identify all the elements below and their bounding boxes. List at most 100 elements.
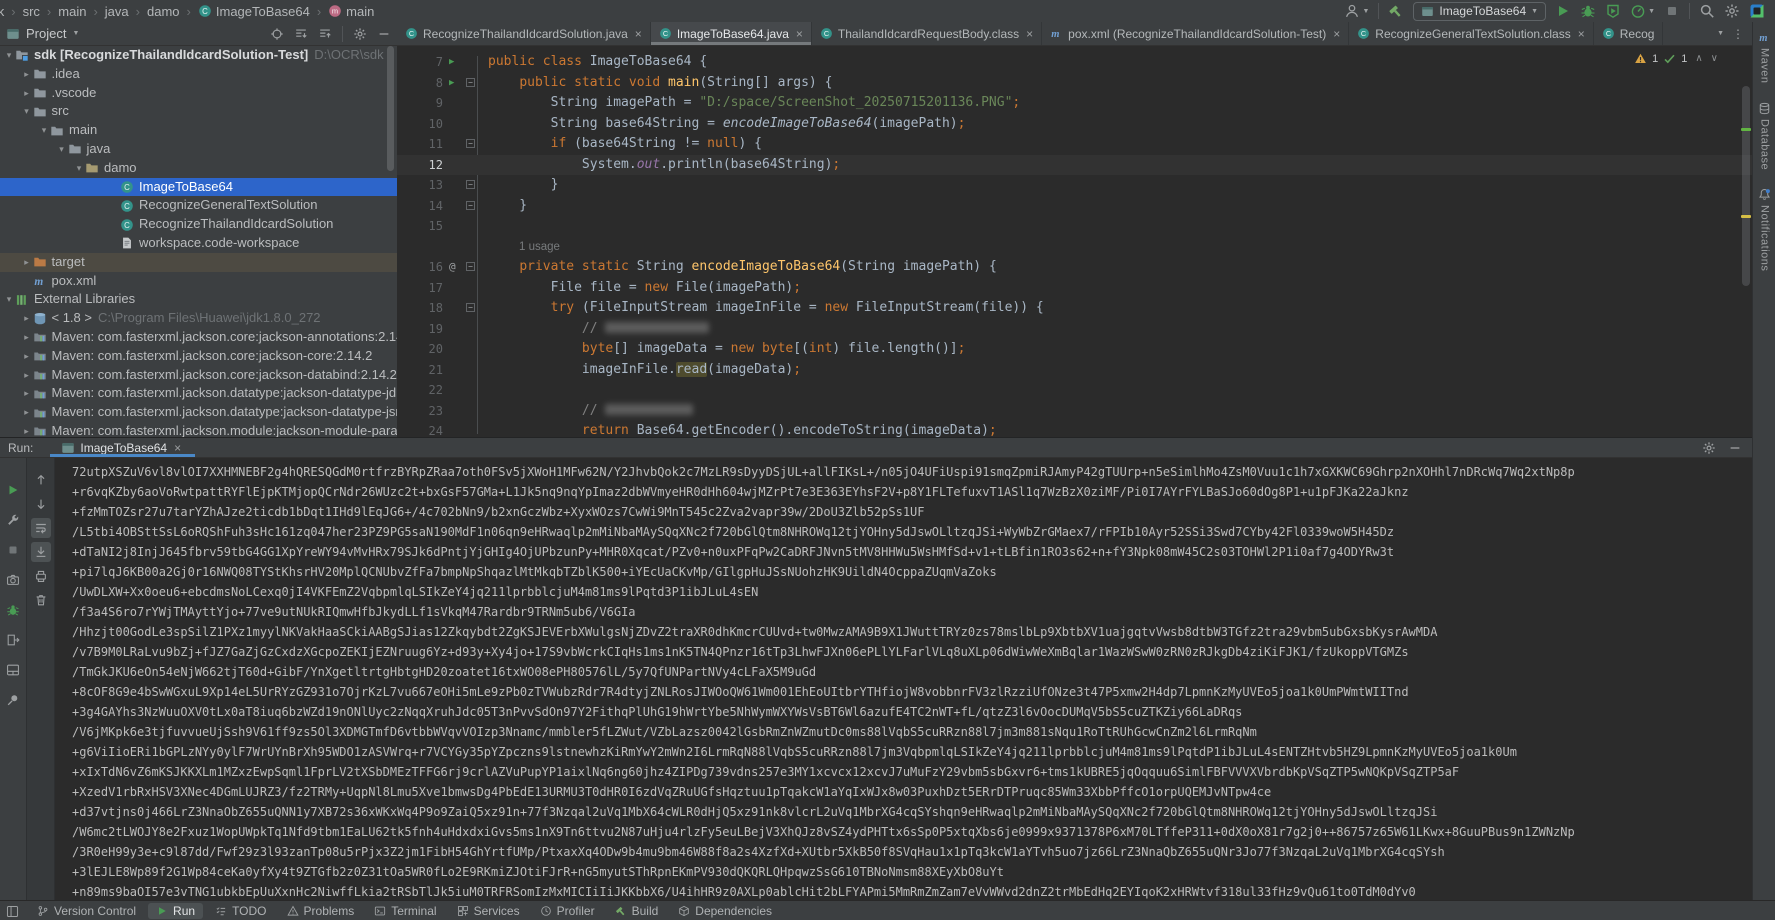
breadcrumb-item[interactable]: main xyxy=(58,4,86,19)
fold-marker-icon[interactable]: − xyxy=(466,262,475,271)
tree-row[interactable]: ▸.idea xyxy=(0,65,397,84)
editor-tab[interactable]: CImageToBase64.java× xyxy=(651,22,812,45)
play-button[interactable] xyxy=(3,480,23,500)
right-stripe-item-database[interactable]: Database xyxy=(1758,93,1771,179)
locate-file-button[interactable] xyxy=(270,27,284,41)
tree-row[interactable]: workspace.code-workspace xyxy=(0,234,397,253)
close-icon[interactable]: × xyxy=(1026,27,1033,41)
statusbar-item-dependencies[interactable]: Dependencies xyxy=(670,903,780,919)
breadcrumb-item[interactable]: src xyxy=(23,4,40,19)
editor-tab[interactable]: CRecognizeGeneralTextSolution.class× xyxy=(1349,22,1593,45)
tree-row[interactable]: ▸Maven: com.fasterxml.jackson.datatype:j… xyxy=(0,384,397,403)
layout-button[interactable] xyxy=(3,660,23,680)
tree-chevron-icon[interactable]: ▸ xyxy=(21,347,33,366)
ide-features-button[interactable] xyxy=(1749,3,1765,19)
exitdoor-button[interactable] xyxy=(3,630,23,650)
fold-marker-icon[interactable]: − xyxy=(466,78,475,87)
statusbar-item-version-control[interactable]: Version Control xyxy=(29,903,144,919)
tree-row[interactable]: ▾damo xyxy=(0,159,397,178)
search-everywhere-button[interactable] xyxy=(1699,3,1715,19)
close-icon[interactable]: × xyxy=(796,27,803,41)
tree-row[interactable]: CRecognizeThailandIdcardSolution xyxy=(0,215,397,234)
tree-row[interactable]: ▾src xyxy=(0,102,397,121)
run-configuration-select[interactable]: ImageToBase64▼ xyxy=(1413,2,1546,21)
close-icon[interactable]: × xyxy=(1578,27,1585,41)
fold-marker-icon[interactable]: − xyxy=(466,201,475,210)
tree-row[interactable]: ▸Maven: com.fasterxml.jackson.core:jacks… xyxy=(0,347,397,366)
tree-row[interactable]: mpox.xml xyxy=(0,272,397,291)
tree-chevron-icon[interactable]: ▾ xyxy=(73,159,85,178)
tree-chevron-icon[interactable]: ▸ xyxy=(21,403,33,422)
scrollend-button[interactable] xyxy=(31,542,51,562)
expand-all-button[interactable] xyxy=(294,27,308,41)
breadcrumb-item[interactable]: CImageToBase64 xyxy=(198,4,310,19)
camera-button[interactable] xyxy=(3,570,23,590)
tab-list-chevron[interactable]: ▼ xyxy=(1717,30,1724,37)
editor-tab[interactable]: CRecognizeThailandIdcardSolution.java× xyxy=(397,22,651,45)
debug-button[interactable] xyxy=(1580,3,1596,19)
tree-row[interactable]: ▾java xyxy=(0,140,397,159)
tree-chevron-icon[interactable]: ▸ xyxy=(21,328,33,347)
breadcrumb-item[interactable]: java xyxy=(105,4,129,19)
tree-chevron-icon[interactable]: ▾ xyxy=(3,46,15,65)
bug-button[interactable] xyxy=(3,600,23,620)
statusbar-item-profiler[interactable]: Profiler xyxy=(532,903,603,919)
statusbar-item-terminal[interactable]: Terminal xyxy=(366,903,444,919)
printer-button[interactable] xyxy=(31,566,51,586)
close-icon[interactable]: × xyxy=(1333,27,1340,41)
stop-button[interactable] xyxy=(1664,3,1680,19)
fold-marker-icon[interactable]: − xyxy=(466,139,475,148)
tree-chevron-icon[interactable]: ▸ xyxy=(21,384,33,403)
tree-chevron-icon[interactable]: ▸ xyxy=(21,366,33,385)
tree-chevron-icon[interactable]: ▾ xyxy=(56,140,68,159)
user-menu-button[interactable]: ▼ xyxy=(1344,3,1369,19)
tree-row[interactable]: ▾sdk [RecognizeThailandIdcardSolution-Te… xyxy=(0,46,397,65)
hide-panel-button[interactable] xyxy=(377,27,391,41)
tree-row[interactable]: ▸target xyxy=(0,253,397,272)
settings-button[interactable] xyxy=(1724,3,1740,19)
wrap-button[interactable] xyxy=(31,518,51,538)
tree-row[interactable]: ▸< 1.8 >C:\Program Files\Huawei\jdk1.8.0… xyxy=(0,309,397,328)
tree-row[interactable]: ▸Maven: com.fasterxml.jackson.datatype:j… xyxy=(0,403,397,422)
right-stripe-item-notifications[interactable]: Notifications xyxy=(1758,179,1771,280)
tree-row[interactable]: ▾main xyxy=(0,121,397,140)
tree-chevron-icon[interactable]: ▸ xyxy=(21,84,33,103)
next-problem-button[interactable]: ∨ xyxy=(1711,53,1718,64)
tree-chevron-icon[interactable]: ▾ xyxy=(38,121,50,140)
trash-button[interactable] xyxy=(31,590,51,610)
fold-marker-icon[interactable]: − xyxy=(466,303,475,312)
wrench-button[interactable] xyxy=(3,510,23,530)
tree-row[interactable]: ▸.vscode xyxy=(0,84,397,103)
warning-count[interactable]: 1 xyxy=(1652,53,1658,65)
editor-tab[interactable]: CRecog xyxy=(1594,22,1664,45)
breadcrumb-item[interactable]: damo xyxy=(147,4,180,19)
tree-row[interactable]: CRecognizeGeneralTextSolution xyxy=(0,196,397,215)
close-icon[interactable]: × xyxy=(635,27,642,41)
build-project-button[interactable] xyxy=(1388,3,1404,19)
editor-scrollbar-thumb[interactable] xyxy=(1742,86,1750,286)
right-stripe-item-maven[interactable]: mMaven xyxy=(1758,22,1771,93)
statusbar-item-services[interactable]: Services xyxy=(449,903,528,919)
breadcrumb-item[interactable]: sdk xyxy=(0,4,4,19)
tree-row[interactable]: ▸Maven: com.fasterxml.jackson.module:jac… xyxy=(0,422,397,437)
project-panel-title[interactable]: Project xyxy=(26,26,66,41)
run-gutter-icon[interactable]: ▶ xyxy=(449,52,454,73)
tree-chevron-icon[interactable]: ▸ xyxy=(21,422,33,437)
chevron-down-icon[interactable]: ▼ xyxy=(72,30,79,37)
tool-window-switcher-icon[interactable] xyxy=(0,905,25,918)
breadcrumb-item[interactable]: mmain xyxy=(328,4,374,19)
tree-row[interactable]: ▸Maven: com.fasterxml.jackson.core:jacks… xyxy=(0,366,397,385)
pin-button[interactable] xyxy=(3,690,23,710)
run-button[interactable] xyxy=(1555,3,1571,19)
statusbar-item-problems[interactable]: Problems xyxy=(279,903,363,919)
statusbar-item-todo[interactable]: TODO xyxy=(207,903,274,919)
ok-count[interactable]: 1 xyxy=(1681,53,1687,65)
close-icon[interactable]: × xyxy=(174,441,181,455)
hide-run-panel-button[interactable] xyxy=(1728,441,1742,455)
tree-chevron-icon[interactable]: ▾ xyxy=(21,102,33,121)
tree-chevron-icon[interactable]: ▸ xyxy=(21,65,33,84)
code-editor[interactable]: 7▶public class ImageToBase64 {8▶− public… xyxy=(397,46,1752,437)
statusbar-item-build[interactable]: Build xyxy=(607,903,667,919)
tree-chevron-icon[interactable]: ▸ xyxy=(21,253,33,272)
editor-tab[interactable]: CThailandIdcardRequestBody.class× xyxy=(812,22,1042,45)
